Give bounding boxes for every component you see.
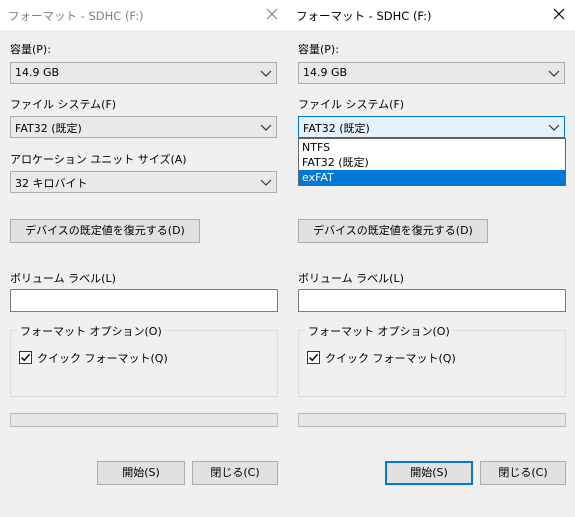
capacity-label: 容量(P): — [298, 43, 339, 56]
filesystem-label: ファイル システム(F) — [10, 98, 117, 111]
filesystem-value: FAT32 (既定) — [303, 122, 370, 135]
capacity-select[interactable]: 14.9 GB — [298, 62, 565, 84]
window-title: フォーマット - SDHC (F:) — [296, 9, 432, 23]
filesystem-option-ntfs[interactable]: NTFS — [299, 140, 565, 155]
chevron-down-icon — [548, 122, 560, 132]
chevron-down-icon — [548, 68, 560, 78]
format-options-group: フォーマット オプション(O) クイック フォーマット(Q) — [10, 323, 278, 397]
quick-format-label: クイック フォーマット(Q) — [325, 352, 456, 365]
restore-defaults-button[interactable]: デバイスの既定値を復元する(D) — [298, 219, 488, 243]
title-bar: フォーマット - SDHC (F:) — [0, 0, 288, 30]
title-bar: フォーマット - SDHC (F:) — [288, 0, 575, 30]
close-button[interactable]: 閉じる(C) — [192, 461, 278, 485]
close-button[interactable]: 閉じる(C) — [480, 461, 566, 485]
allocation-unit-label: アロケーション ユニット サイズ(A) — [10, 153, 187, 166]
format-options-label: フォーマット オプション(O) — [305, 323, 453, 339]
format-progress-bar — [10, 413, 278, 427]
capacity-label: 容量(P): — [10, 43, 51, 56]
format-progress-bar — [298, 413, 566, 427]
volume-label-label: ボリューム ラベル(L) — [298, 272, 404, 285]
chevron-down-icon — [260, 68, 272, 78]
checkmark-icon — [308, 353, 319, 362]
filesystem-option-exfat[interactable]: exFAT — [299, 170, 565, 185]
filesystem-select[interactable]: FAT32 (既定) — [10, 116, 277, 138]
close-icon[interactable] — [264, 6, 280, 22]
quick-format-label: クイック フォーマット(Q) — [37, 352, 168, 365]
quick-format-checkbox[interactable] — [307, 351, 320, 364]
close-icon[interactable] — [551, 6, 567, 22]
capacity-select[interactable]: 14.9 GB — [10, 62, 277, 84]
allocation-unit-select[interactable]: 32 キロバイト — [10, 171, 277, 193]
format-dialog-right: フォーマット - SDHC (F:) 容量(P): 14.9 GB ファイル シ… — [288, 0, 575, 517]
start-button[interactable]: 開始(S) — [97, 461, 185, 485]
capacity-value: 14.9 GB — [15, 66, 60, 79]
format-options-group: フォーマット オプション(O) クイック フォーマット(Q) — [298, 323, 566, 397]
restore-defaults-button[interactable]: デバイスの既定値を復元する(D) — [10, 219, 200, 243]
quick-format-checkbox[interactable] — [19, 351, 32, 364]
checkmark-icon — [20, 353, 31, 362]
chevron-down-icon — [260, 177, 272, 187]
allocation-unit-value: 32 キロバイト — [15, 177, 88, 190]
filesystem-value: FAT32 (既定) — [15, 122, 82, 135]
filesystem-option-fat32[interactable]: FAT32 (既定) — [299, 155, 565, 170]
filesystem-dropdown-list: NTFS FAT32 (既定) exFAT — [298, 138, 566, 186]
chevron-down-icon — [260, 122, 272, 132]
filesystem-label: ファイル システム(F) — [298, 98, 405, 111]
volume-label-label: ボリューム ラベル(L) — [10, 272, 116, 285]
volume-label-input[interactable] — [10, 289, 278, 312]
window-title: フォーマット - SDHC (F:) — [8, 9, 144, 23]
format-dialog-left: フォーマット - SDHC (F:) 容量(P): 14.9 GB ファイル シ… — [0, 0, 288, 517]
capacity-value: 14.9 GB — [303, 66, 348, 79]
format-options-label: フォーマット オプション(O) — [17, 323, 165, 339]
volume-label-input[interactable] — [298, 289, 566, 312]
start-button[interactable]: 開始(S) — [385, 461, 473, 485]
filesystem-select[interactable]: FAT32 (既定) — [298, 116, 565, 138]
